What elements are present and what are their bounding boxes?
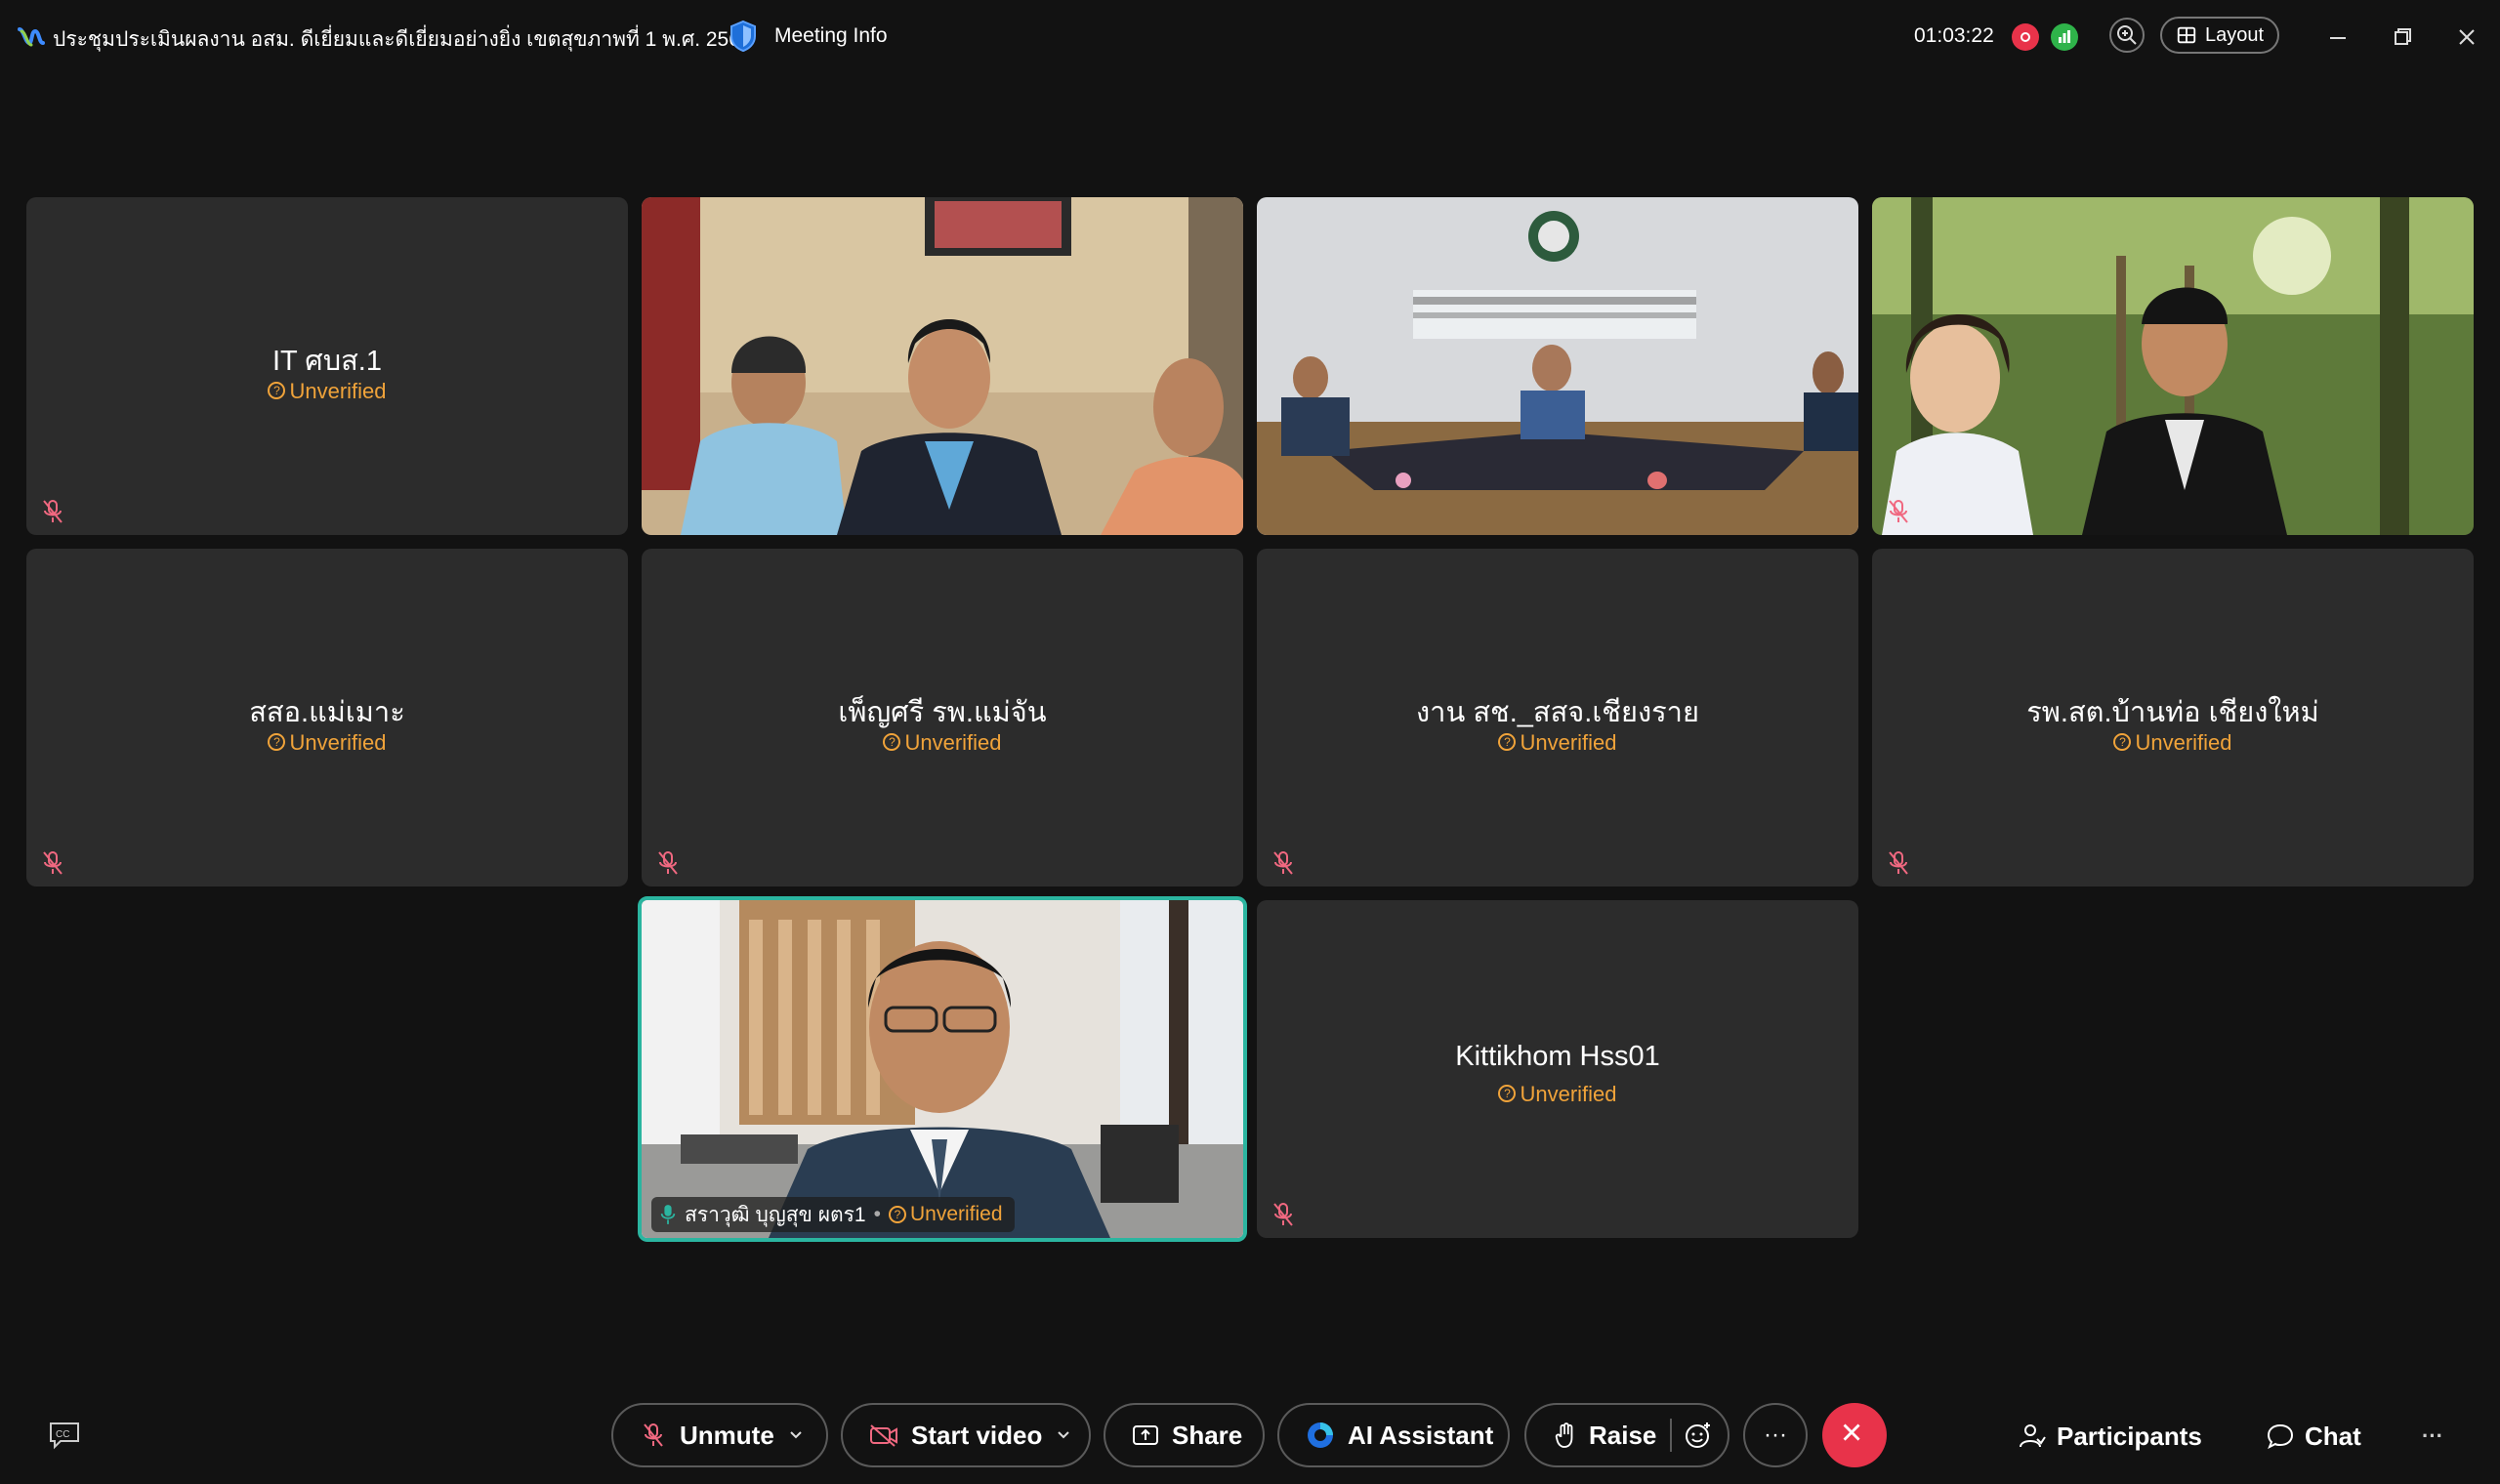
layout-button[interactable]: Layout (2160, 17, 2279, 54)
reactions-icon[interactable] (1684, 1421, 1713, 1450)
verification-status: ? Unverified (888, 1203, 1003, 1226)
participants-icon (2020, 1424, 2046, 1448)
overflow-label: ··· (2422, 1423, 2443, 1448)
participant-tile[interactable]: Kittikhom Hss01 ? Unverified (1257, 900, 1858, 1238)
participant-name: เพ็ญศรี รพ.แม่จัน (838, 697, 1047, 728)
start-video-label: Start video (911, 1420, 1043, 1450)
grid-layout-icon (2177, 26, 2196, 44)
question-icon: ? (2113, 733, 2132, 752)
layout-label: Layout (2204, 23, 2265, 46)
muted-mic-icon (1273, 851, 1293, 875)
muted-mic-icon (1273, 1203, 1293, 1226)
webex-logo-icon (18, 27, 45, 47)
verification-status: ? Unverified (642, 730, 1243, 756)
participant-tile[interactable]: เพ็ญศรี รพ.แม่จัน ? Unverified (642, 549, 1243, 886)
raise-label: Raise (1589, 1420, 1657, 1450)
start-video-button[interactable]: Start video (841, 1403, 1091, 1467)
zoom-icon[interactable] (2109, 18, 2145, 53)
leave-meeting-button[interactable] (1822, 1403, 1887, 1467)
shield-icon[interactable] (729, 20, 758, 53)
participant-name: IT ศบส.1 (271, 346, 382, 377)
unmute-label: Unmute (680, 1420, 774, 1450)
chat-icon (2267, 1423, 2294, 1450)
unmute-button[interactable]: Unmute (611, 1403, 828, 1467)
participants-label: Participants (2057, 1421, 2202, 1451)
muted-mic-icon (658, 851, 678, 875)
question-icon: ? (1498, 733, 1517, 752)
participant-name: รพ.สต.บ้านท่อ เชียงใหม่ (2026, 697, 2319, 728)
chat-label: Chat (2305, 1421, 2361, 1451)
participants-button[interactable]: Participants (2018, 1413, 2202, 1460)
chevron-down-icon[interactable] (1056, 1427, 1071, 1443)
muted-mic-icon (43, 851, 62, 875)
share-button[interactable]: Share (1104, 1403, 1265, 1467)
video-feed (642, 197, 1243, 535)
raise-hand-icon (1555, 1422, 1573, 1448)
close-icon (1843, 1423, 1860, 1441)
ai-assistant-label: AI Assistant (1348, 1420, 1494, 1450)
ai-assistant-button[interactable]: AI Assistant (1277, 1403, 1510, 1467)
participant-tile[interactable]: งาน สช._สสจ.เชียงราย ? Unverified (1257, 549, 1858, 886)
participant-tile[interactable]: สสอ.แม่เมาะ ? Unverified (26, 549, 628, 886)
close-icon[interactable] (2449, 20, 2484, 55)
separator-dot: • (873, 1203, 881, 1225)
question-icon: ? (1498, 1085, 1517, 1103)
video-feed (642, 900, 1243, 1238)
more-options-button[interactable]: ··· (1743, 1403, 1808, 1467)
muted-mic-icon (43, 500, 62, 523)
video-feed (1872, 197, 2474, 535)
chat-button[interactable]: Chat (2266, 1413, 2361, 1460)
participant-name: Kittikhom Hss01 (1455, 1041, 1660, 1072)
participant-name: สราวุฒิ บุญสุข ผตร1 (685, 1203, 866, 1226)
question-icon: ? (883, 733, 901, 752)
question-icon: ? (268, 733, 286, 752)
meeting-info-button[interactable]: Meeting Info (774, 24, 888, 48)
recording-indicator-icon[interactable] (2012, 23, 2039, 51)
participant-video-tile[interactable] (642, 197, 1243, 535)
share-screen-icon (1133, 1425, 1158, 1445)
verification-status: ? Unverified (26, 730, 628, 756)
ai-assistant-icon (1308, 1422, 1333, 1448)
verification-status: ? Unverified (1257, 730, 1858, 756)
question-icon: ? (888, 1206, 906, 1224)
participant-name: งาน สช._สสจ.เชียงราย (1416, 697, 1699, 728)
closed-captions-icon[interactable]: CC (47, 1418, 82, 1451)
participant-video-tile[interactable] (1257, 197, 1858, 535)
minimize-icon[interactable] (2320, 20, 2355, 55)
participant-tile[interactable]: IT ศบส.1 ? Unverified (26, 197, 628, 535)
video-off-icon (870, 1424, 897, 1447)
overflow-menu-button[interactable]: ··· (2422, 1413, 2443, 1460)
verification-status: ? Unverified (1257, 1082, 1858, 1107)
participant-name: สสอ.แม่เมาะ (249, 697, 405, 728)
raise-hand-button[interactable]: Raise (1524, 1403, 1729, 1467)
video-feed (1257, 197, 1858, 535)
verification-status: ? Unverified (26, 379, 628, 404)
mic-on-icon (660, 1205, 676, 1224)
active-speaker-tile[interactable]: สราวุฒิ บุญสุข ผตร1 • ? Unverified (638, 896, 1247, 1242)
muted-mic-icon (644, 1423, 663, 1447)
restore-icon[interactable] (2385, 20, 2420, 55)
title-bar: ประชุมประเมินผลงาน อสม. ดีเยี่ยมและดีเยี… (0, 0, 2500, 76)
muted-mic-icon (1889, 851, 1908, 875)
participant-tile[interactable]: รพ.สต.บ้านท่อ เชียงใหม่ ? Unverified (1872, 549, 2474, 886)
divider (1670, 1419, 1673, 1452)
participant-video-tile[interactable] (1872, 197, 2474, 535)
meeting-title: ประชุมประเมินผลงาน อสม. ดีเยี่ยมและดีเยี… (53, 28, 752, 51)
more-label: ··· (1764, 1422, 1787, 1448)
share-label: Share (1172, 1420, 1243, 1450)
meeting-timer: 01:03:22 (1914, 24, 1994, 47)
network-health-icon[interactable] (2051, 23, 2078, 51)
muted-mic-icon (1889, 500, 1908, 523)
verification-status: ? Unverified (1872, 730, 2474, 756)
svg-text:CC: CC (56, 1429, 69, 1440)
participant-caption: สราวุฒิ บุญสุข ผตร1 • ? Unverified (651, 1197, 1015, 1232)
question-icon: ? (268, 382, 286, 400)
chevron-down-icon[interactable] (788, 1427, 804, 1443)
